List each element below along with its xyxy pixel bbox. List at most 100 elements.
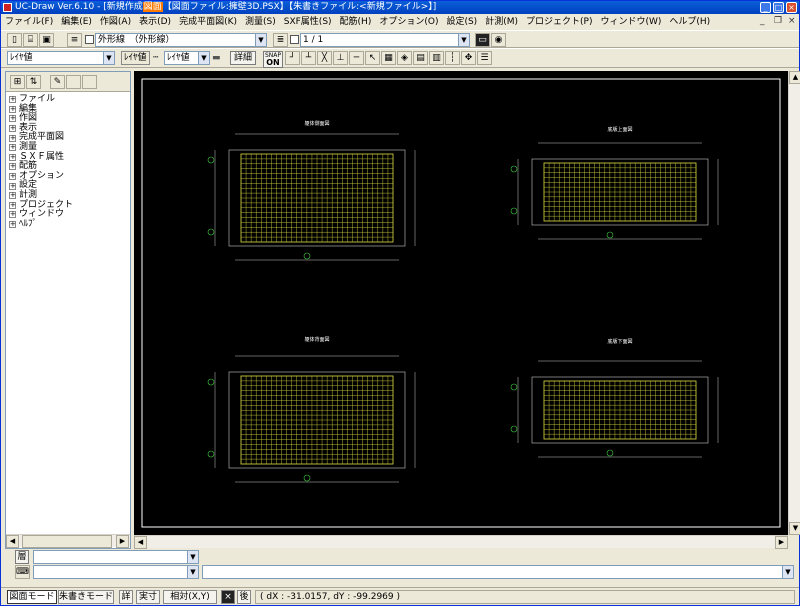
chevron-down-icon[interactable]: ▼ (187, 566, 198, 578)
canvas-vertical-scrollbar[interactable]: ▲ ▼ (788, 71, 800, 535)
menu-sxf-attribute[interactable]: SXF属性(S) (280, 14, 336, 30)
chevron-down-icon[interactable]: ▼ (198, 52, 209, 64)
pen-icon[interactable]: ✎ (50, 75, 65, 89)
title-bar[interactable]: UC-Draw Ver.6.10 - [新規作成図面【図面ファイル:擁壁3D.P… (1, 1, 799, 14)
scroll-left-icon[interactable]: ◀ (6, 535, 19, 548)
layer-icon[interactable]: ◈ (397, 51, 412, 65)
close-icon[interactable]: × (221, 590, 235, 604)
chevron-down-icon[interactable]: ▼ (103, 52, 114, 64)
expand-icon[interactable]: + (9, 182, 16, 190)
layer-checkbox[interactable] (85, 35, 94, 44)
target-icon[interactable]: ◉ (491, 33, 506, 47)
menu-settings[interactable]: 設定(S) (442, 14, 481, 30)
input-combo-2[interactable]: ▼ (33, 565, 199, 579)
actual-size-toggle[interactable]: 実寸 (136, 590, 160, 604)
page-select[interactable]: 1 / 1 ▼ (300, 33, 470, 47)
save-icon[interactable]: ▣ (39, 33, 54, 47)
snap-line-icon[interactable]: ─ (349, 51, 364, 65)
blank-tool-icon[interactable] (82, 75, 97, 89)
menu-rebar[interactable]: 配筋(H) (336, 14, 376, 30)
line-width-select[interactable]: ﾚｲﾔ値 ▼ (164, 51, 210, 65)
expand-icon[interactable]: + (9, 115, 16, 123)
open-folder-icon[interactable]: ⌸ (23, 33, 38, 47)
canvas-horizontal-scrollbar[interactable]: ◀ ▶ (134, 535, 788, 549)
snap-endpoint-icon[interactable]: ┘ (285, 51, 300, 65)
menu-view[interactable]: 表示(D) (135, 14, 175, 30)
markup-mode-button[interactable]: 朱書きモード (58, 590, 114, 604)
scroll-left-icon[interactable]: ◀ (134, 536, 147, 549)
page-checkbox[interactable] (290, 35, 299, 44)
expand-icon[interactable]: + (9, 144, 16, 152)
scroll-right-icon[interactable]: ▶ (116, 535, 129, 548)
close-button[interactable]: × (786, 2, 797, 13)
menu-help[interactable]: ヘルプ(H) (665, 14, 714, 30)
expand-icon[interactable]: + (9, 105, 16, 113)
snap-intersection-icon[interactable]: ╳ (317, 51, 332, 65)
expand-icon[interactable]: + (9, 153, 16, 161)
new-file-icon[interactable]: ▯ (7, 33, 22, 47)
layer-button[interactable]: 層 (15, 550, 29, 564)
layer-label[interactable]: ﾚｲﾔ値 (121, 51, 150, 65)
expand-icon[interactable]: + (9, 125, 16, 133)
expand-icon[interactable]: + (9, 163, 16, 171)
command-icon[interactable]: ⌨ (15, 565, 30, 579)
menu-completed-plan[interactable]: 完成平面図(K) (175, 14, 241, 30)
scroll-thumb[interactable] (22, 535, 112, 548)
menu-file[interactable]: ファイル(F) (1, 14, 57, 30)
snap-grid-icon[interactable]: ▦ (381, 51, 396, 65)
expand-icon[interactable]: + (9, 211, 16, 219)
color-layer-icon[interactable]: ▤ (413, 51, 428, 65)
layer-settings-icon[interactable]: ≡ (67, 33, 82, 47)
menu-window[interactable]: ウィンドウ(W) (596, 14, 665, 30)
detail-toggle[interactable]: 詳 (119, 590, 133, 604)
tree-view-icon[interactable]: ⊞ (10, 75, 25, 89)
hatch-icon[interactable]: ▥ (429, 51, 444, 65)
expand-icon[interactable]: + (9, 201, 16, 209)
move-icon[interactable]: ✥ (461, 51, 476, 65)
blank-tool-icon[interactable] (66, 75, 81, 89)
mdi-restore-button[interactable]: ❐ (770, 16, 782, 27)
menu-measure[interactable]: 計測(M) (481, 14, 522, 30)
expand-icon[interactable]: + (9, 192, 16, 200)
after-toggle[interactable]: 後 (237, 590, 251, 604)
menu-draw[interactable]: 作図(A) (96, 14, 135, 30)
tree-item[interactable]: + ﾍﾙﾌﾟ (9, 219, 73, 230)
scroll-down-icon[interactable]: ▼ (789, 522, 800, 535)
menu-project[interactable]: プロジェクト(P) (522, 14, 596, 30)
snap-toggle[interactable]: SNAP ON (263, 51, 283, 68)
layer-select[interactable]: 外形線 （外形線） ▼ (95, 33, 267, 47)
detail-button[interactable]: 詳細 (230, 51, 256, 65)
menu-survey[interactable]: 測量(S) (241, 14, 280, 30)
drawing-mode-button[interactable]: 図面モード (7, 590, 57, 604)
chevron-down-icon[interactable]: ▼ (458, 34, 469, 46)
command-input[interactable]: ▼ (202, 565, 794, 579)
scroll-up-icon[interactable]: ▲ (789, 71, 800, 84)
chevron-down-icon[interactable]: ▼ (187, 551, 198, 563)
expand-icon[interactable]: + (9, 96, 16, 104)
input-combo-1[interactable]: ▼ (33, 550, 199, 564)
tree-horizontal-scrollbar[interactable]: ◀ ▶ (6, 534, 130, 548)
cursor-arrow-icon[interactable]: ↖ (365, 51, 380, 65)
list-icon[interactable]: ☰ (477, 51, 492, 65)
expand-icon[interactable]: + (9, 134, 16, 142)
snap-midpoint-icon[interactable]: ┴ (301, 51, 316, 65)
monitor-icon[interactable]: ▭ (475, 33, 490, 47)
rebar-marker (207, 156, 215, 164)
line-type-select[interactable]: ﾚｲﾔ値 ▼ (7, 51, 115, 65)
maximize-button[interactable]: □ (773, 2, 784, 13)
scroll-right-icon[interactable]: ▶ (775, 536, 788, 549)
menu-option[interactable]: オプション(O) (375, 14, 442, 30)
minimize-button[interactable]: _ (760, 2, 771, 13)
mdi-minimize-button[interactable]: _ (756, 16, 768, 27)
drawing-canvas[interactable]: 躯体側面図 底版上面図 躯体背面図 底版下面図 (134, 71, 788, 535)
expand-icon[interactable]: + (9, 173, 16, 181)
relative-coord-toggle[interactable]: 相対(X,Y) (163, 590, 217, 604)
expand-icon[interactable]: + (9, 221, 16, 229)
menu-edit[interactable]: 編集(E) (57, 14, 96, 30)
snap-perpendicular-icon[interactable]: ⊥ (333, 51, 348, 65)
page-settings-icon[interactable]: ≣ (273, 33, 288, 47)
mdi-close-button[interactable]: × (784, 16, 796, 27)
sort-icon[interactable]: ⇅ (26, 75, 41, 89)
chevron-down-icon[interactable]: ▼ (782, 566, 793, 578)
chevron-down-icon[interactable]: ▼ (255, 34, 266, 46)
